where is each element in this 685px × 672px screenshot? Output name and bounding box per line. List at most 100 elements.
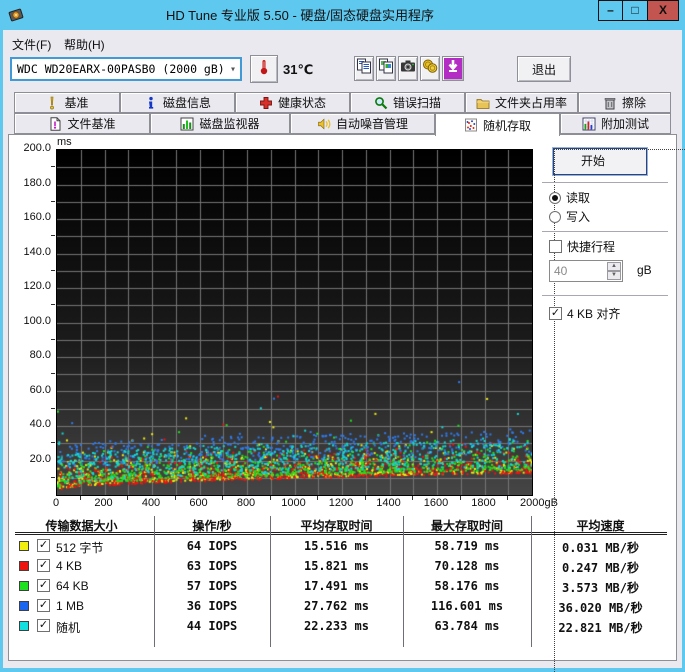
- tab-error-scan[interactable]: 错误扫描: [350, 92, 465, 113]
- copy-text-icon: [356, 58, 372, 79]
- x-axis-minor-tick: [269, 496, 271, 500]
- x-axis-minor-tick: [79, 496, 81, 500]
- drive-select[interactable]: WDC WD20EARX-00PASB0 (2000 gB) ▾: [10, 57, 242, 81]
- series-label: 1 MB: [56, 599, 85, 613]
- menu-help[interactable]: 帮助(H): [58, 34, 111, 56]
- tab-random-access[interactable]: 随机存取: [435, 113, 560, 136]
- minimize-button[interactable]: –: [598, 0, 623, 21]
- tab-benchmark[interactable]: 基准: [14, 92, 120, 113]
- spinner-up-button[interactable]: ▲: [607, 262, 621, 271]
- y-axis-minor-tick: [51, 407, 55, 409]
- tab-label: 随机存取: [482, 118, 531, 133]
- series-checkbox[interactable]: ✓: [37, 599, 50, 612]
- series-checkbox[interactable]: ✓: [37, 559, 50, 572]
- value-max_access: 70.128 ms: [434, 559, 500, 573]
- folder-icon: [476, 96, 490, 110]
- value-iops: 57 IOPS: [186, 579, 238, 593]
- tab-file-benchmark[interactable]: 文件基准: [14, 113, 150, 134]
- download-arrow-icon: [445, 58, 461, 79]
- column-header: 平均存取时间: [300, 519, 373, 533]
- legend-color-swatch: [19, 561, 29, 571]
- y-axis-tick-label: 20.0: [29, 452, 51, 465]
- separator: [542, 182, 668, 184]
- value-iops: 36 IOPS: [186, 599, 238, 613]
- tab-erase[interactable]: 擦除: [578, 92, 671, 113]
- tab-row-1: 基准 磁盘信息 健康状态 错误扫描 文件夹占用率 擦除: [14, 92, 671, 113]
- speaker-icon: [317, 117, 331, 131]
- capacity-value: 40: [554, 264, 568, 278]
- tab-label: 磁盘监视器: [199, 117, 260, 131]
- legend-color-swatch: [19, 541, 29, 551]
- y-axis-tick-label: 120.0: [23, 280, 51, 292]
- tab-disk-info[interactable]: 磁盘信息: [120, 92, 235, 113]
- y-axis-tick-label: 140.0: [23, 245, 51, 258]
- series-label: 64 KB: [56, 579, 89, 593]
- align-checkbox[interactable]: ✓ 4 KB 对齐: [549, 305, 620, 322]
- tab-health[interactable]: 健康状态: [235, 92, 350, 113]
- start-button[interactable]: 开始: [553, 148, 685, 672]
- x-axis-tick-label: 1400: [376, 497, 401, 509]
- tab-row-2: 文件基准 磁盘监视器 自动噪音管理 随机存取 附加测试: [14, 113, 671, 136]
- hdtune-window: HD Tune 专业版 5.50 - 硬盘/固态硬盘实用程序 – □ X 文件(…: [0, 0, 685, 672]
- series-label: 随机: [56, 621, 81, 635]
- temperature-button[interactable]: [250, 55, 278, 83]
- value-avg_access: 15.821 ms: [303, 559, 370, 573]
- y-axis-tick-label: 40.0: [29, 418, 51, 430]
- y-axis-tick-label: 160.0: [23, 211, 51, 223]
- radio-icon: [549, 210, 561, 223]
- spinner-down-button[interactable]: ▼: [607, 271, 621, 280]
- titlebar: HD Tune 专业版 5.50 - 硬盘/固态硬盘实用程序 – □ X: [0, 0, 685, 30]
- column-header: 传输数据大小: [45, 519, 118, 533]
- tab-aam[interactable]: 自动噪音管理: [290, 113, 435, 134]
- column-header: 最大存取时间: [430, 519, 503, 533]
- write-radio[interactable]: 写入: [549, 208, 590, 225]
- temperature-value: 31℃: [283, 62, 314, 77]
- screenshot-button[interactable]: [398, 56, 418, 81]
- x-axis-tick-label: 400: [141, 497, 161, 509]
- x-axis-minor-tick: [127, 496, 129, 500]
- maximize-button[interactable]: □: [622, 0, 648, 21]
- window-border-left: [0, 30, 3, 672]
- info-icon: [144, 96, 158, 110]
- exit-button[interactable]: 退出: [517, 56, 571, 82]
- copy-image-button[interactable]: [376, 56, 396, 81]
- monitor-bars-icon: [180, 117, 194, 131]
- tab-label: 基准: [64, 96, 89, 110]
- x-axis-tick-label: 600: [189, 497, 208, 509]
- series-checkbox[interactable]: ✓: [37, 579, 50, 592]
- y-axis-tick-label: 100.0: [23, 314, 51, 327]
- table-row: ✓ 1 MB 36 IOPS 27.762 ms 116.601 ms 36.020 MB…: [9, 597, 676, 617]
- close-button[interactable]: X: [647, 0, 679, 21]
- thermometer-icon: [256, 59, 272, 80]
- series-checkbox[interactable]: ✓: [37, 619, 50, 632]
- x-axis-tick-label: 1000: [281, 497, 306, 509]
- value-avg_speed: 36.020 MB/秒: [558, 601, 643, 615]
- y-axis-minor-tick: [51, 442, 55, 444]
- maximize-icon: □: [631, 3, 639, 17]
- tab-extra-tests[interactable]: 附加测试: [560, 113, 671, 134]
- value-avg_speed: 0.031 MB/秒: [561, 541, 640, 555]
- tab-disk-monitor[interactable]: 磁盘监视器: [150, 113, 290, 134]
- read-radio[interactable]: 读取: [549, 189, 590, 206]
- separator: [542, 231, 668, 233]
- tab-folder-usage[interactable]: 文件夹占用率: [465, 92, 578, 113]
- capacity-spinner[interactable]: 40 ▲ ▼: [549, 260, 623, 282]
- value-avg_speed: 3.573 MB/秒: [561, 581, 640, 595]
- series-label: 512 字节: [56, 541, 104, 555]
- tab-label: 文件夹占用率: [494, 96, 567, 110]
- value-avg_access: 22.233 ms: [303, 619, 370, 633]
- value-max_access: 63.784 ms: [434, 619, 500, 633]
- download-button[interactable]: [442, 56, 464, 81]
- menu-file[interactable]: 文件(F): [6, 34, 57, 56]
- checkbox-icon: ✓: [549, 307, 562, 320]
- access-time-scatter-plot: [56, 149, 533, 496]
- shortstroke-checkbox[interactable]: 快捷行程: [549, 238, 615, 255]
- y-axis-minor-tick: [51, 304, 55, 306]
- copy-text-button[interactable]: [354, 56, 374, 81]
- series-checkbox[interactable]: ✓: [37, 539, 50, 552]
- coins-button[interactable]: [420, 56, 440, 81]
- tab-label: 自动噪音管理: [335, 117, 408, 131]
- x-axis-tick-label: 0: [52, 497, 60, 509]
- x-axis-minor-tick: [317, 496, 319, 500]
- x-axis-tick-label: 2000gB: [520, 497, 558, 509]
